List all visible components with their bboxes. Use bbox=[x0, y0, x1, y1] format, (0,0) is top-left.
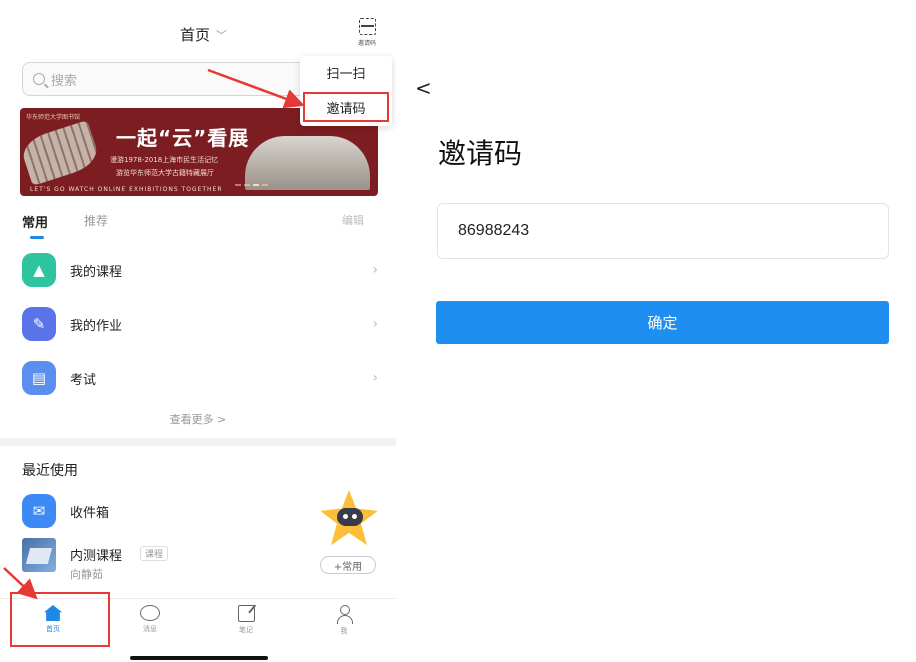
home-tab-highlight bbox=[10, 592, 110, 647]
menu-item-invite-code[interactable]: 邀请码 bbox=[303, 92, 389, 122]
list-item-exam[interactable]: ▤ 考试 › bbox=[22, 358, 382, 398]
banner-subtitle-1: 漫游1978-2018上海市民生活记忆 bbox=[110, 156, 219, 164]
tab-edit[interactable]: 编辑 bbox=[342, 212, 364, 228]
menu-item-scan[interactable]: 扫一扫 bbox=[300, 56, 392, 89]
section-tabs: 常用 推荐 编辑 bbox=[22, 212, 378, 240]
tab-me[interactable]: 我 bbox=[314, 605, 374, 636]
invite-code-input[interactable]: 86988243 bbox=[437, 203, 889, 259]
banner-logo-text: 华东师范大学图书馆 bbox=[26, 114, 81, 121]
chevron-right-icon: › bbox=[372, 370, 378, 386]
tab-recommend[interactable]: 推荐 bbox=[84, 212, 108, 229]
top-bar: 首页 ﹀ 邀请码 bbox=[0, 0, 396, 58]
tab-common[interactable]: 常用 bbox=[22, 212, 48, 239]
invite-code-screen: < 邀请码 86988243 确定 bbox=[404, 66, 916, 662]
list-item-my-homework[interactable]: ✎ 我的作业 › bbox=[22, 304, 382, 344]
tab-label: 笔记 bbox=[239, 626, 253, 634]
homework-icon: ✎ bbox=[22, 307, 56, 341]
search-placeholder: 搜索 bbox=[51, 73, 78, 89]
chevron-right-icon: › bbox=[372, 316, 378, 332]
course-thumbnail[interactable] bbox=[22, 538, 56, 572]
tab-label: 消息 bbox=[143, 625, 157, 633]
confirm-button[interactable]: 确定 bbox=[436, 301, 889, 344]
add-menu-popup: 扫一扫 邀请码 bbox=[300, 56, 392, 126]
exhibition-hall-image bbox=[245, 136, 370, 190]
note-edit-icon bbox=[237, 605, 255, 622]
chevron-down-icon: ﹀ bbox=[216, 28, 228, 42]
search-input[interactable]: 搜索 bbox=[22, 62, 312, 96]
graduation-cap-icon: ▲ bbox=[22, 253, 56, 287]
tab-note[interactable]: 笔记 bbox=[216, 605, 276, 635]
course-name[interactable]: 内测课程 bbox=[70, 545, 122, 564]
list-item-label: 我的课程 bbox=[70, 264, 123, 280]
recent-section-title: 最近使用 bbox=[22, 463, 78, 479]
page-title: 邀请码 bbox=[438, 137, 523, 170]
view-more-link[interactable]: 查看更多 > bbox=[0, 411, 396, 427]
list-item-label: 收件箱 bbox=[70, 505, 110, 521]
scan-icon bbox=[358, 18, 376, 35]
page-title: 首页 bbox=[180, 26, 211, 44]
scan-button-label: 邀请码 bbox=[357, 40, 376, 47]
invite-code-scan-button[interactable]: 邀请码 bbox=[350, 18, 384, 52]
chevron-right-icon: › bbox=[372, 262, 378, 278]
banner-footer-text: LET'S GO WATCH ONLINE EXHIBITIONS TOGETH… bbox=[30, 186, 223, 193]
section-divider bbox=[0, 438, 396, 446]
course-tag-badge: 课程 bbox=[140, 546, 169, 561]
film-roll-image bbox=[20, 120, 102, 186]
list-item-my-courses[interactable]: ▲ 我的课程 › bbox=[22, 250, 382, 290]
exam-icon: ▤ bbox=[22, 361, 56, 395]
star-mascot-icon[interactable] bbox=[315, 488, 383, 552]
tab-message[interactable]: 消息 bbox=[120, 605, 180, 634]
chat-bubble-icon bbox=[140, 605, 160, 621]
list-item-label: 考试 bbox=[70, 372, 97, 388]
banner-title: 一起“云”看展 bbox=[116, 126, 250, 150]
person-icon bbox=[335, 605, 353, 624]
search-icon bbox=[33, 73, 45, 85]
back-arrow-icon[interactable]: < bbox=[415, 76, 432, 100]
inbox-icon: ✉ bbox=[22, 494, 56, 528]
banner-subtitle-2: 游览华东师范大学古籍特藏展厅 bbox=[116, 169, 214, 177]
banner-pagination bbox=[235, 184, 268, 186]
tab-label: 我 bbox=[340, 627, 348, 635]
course-teacher: 向静茹 bbox=[70, 568, 103, 581]
add-common-button[interactable]: +常用 bbox=[320, 556, 376, 574]
home-indicator bbox=[130, 656, 268, 660]
home-screen: 首页 ﹀ 邀请码 搜索 华东师范大学图书馆 一起“云”看展 漫游1978-201… bbox=[0, 0, 396, 662]
page-title-dropdown[interactable]: 首页 ﹀ bbox=[180, 24, 227, 45]
list-item-label: 我的作业 bbox=[70, 318, 123, 334]
